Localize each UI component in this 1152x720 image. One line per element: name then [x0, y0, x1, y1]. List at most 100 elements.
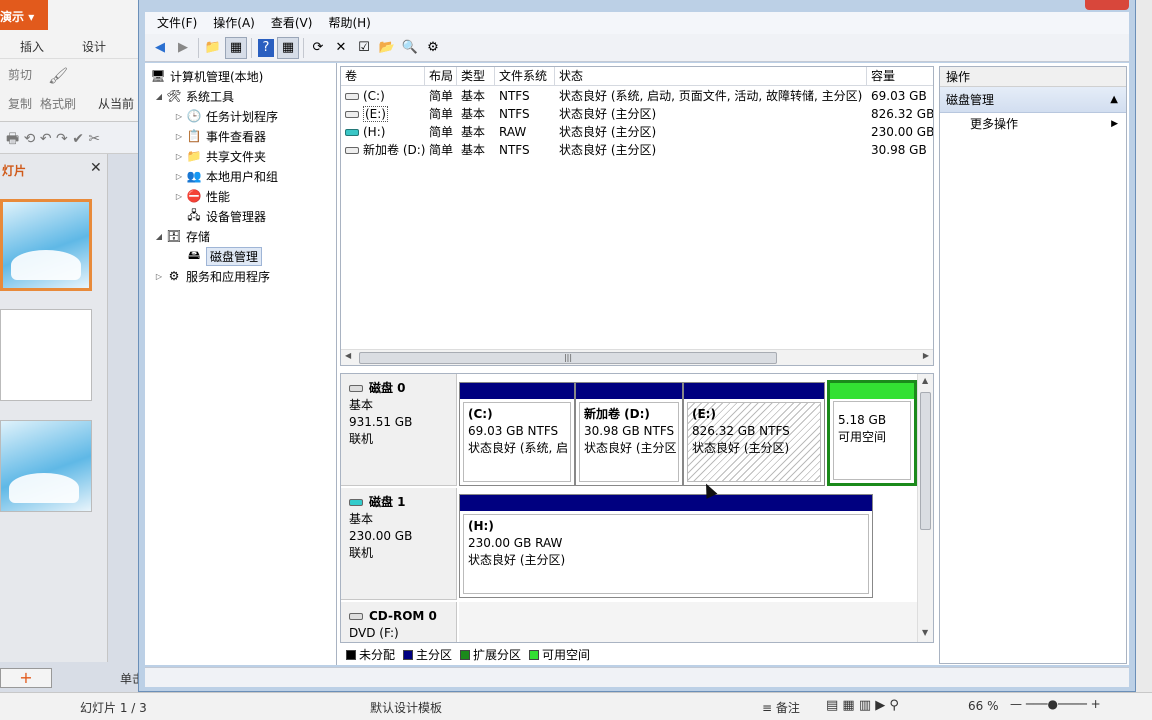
free-space-partition[interactable]: 5.18 GB 可用空间 — [827, 380, 917, 486]
collapse-icon[interactable]: ▷ — [173, 132, 185, 141]
volume-icon — [345, 111, 359, 118]
disk-1-label[interactable]: 磁盘 1 基本 230.00 GB 联机 — [341, 488, 457, 600]
close-button[interactable] — [1085, 0, 1129, 10]
tree-item-shared-folders[interactable]: ▷ 📁 共享文件夹 — [173, 146, 266, 166]
tree-item-services[interactable]: ▷ ⚙ 服务和应用程序 — [153, 266, 270, 286]
collapse-icon[interactable]: ▷ — [153, 272, 165, 281]
properties-icon[interactable]: ☑ — [353, 37, 375, 59]
menu-view[interactable]: 查看(V) — [263, 12, 321, 34]
primary-partition-bar — [684, 383, 824, 399]
column-header-layout[interactable]: 布局 — [425, 67, 457, 86]
collapse-up-icon[interactable]: ▲ — [1110, 87, 1118, 113]
bg-slide-thumb-3[interactable] — [0, 420, 92, 512]
expand-icon[interactable]: ◢ — [153, 232, 165, 241]
cell-status: 状态良好 (主分区) — [559, 125, 657, 139]
title-bar[interactable] — [139, 0, 1135, 12]
scroll-left-icon[interactable]: ◀ — [345, 351, 351, 360]
column-header-capacity[interactable]: 容量 — [867, 67, 933, 86]
legend: 未分配 主分区 扩展分区 可用空间 — [340, 645, 934, 664]
bg-tab-insert[interactable]: 插入 — [20, 38, 44, 55]
bg-notes-button[interactable]: ≡ 备注 — [762, 699, 800, 716]
tree-item-storage[interactable]: ◢ 🗄 存储 — [153, 226, 210, 246]
partition-size: 826.32 GB NTFS — [692, 424, 790, 438]
bg-close-panel-icon[interactable]: ✕ — [90, 160, 102, 176]
tree-item-system-tools[interactable]: ◢ 🛠 系统工具 — [153, 86, 234, 106]
disk-0-label[interactable]: 磁盘 0 基本 931.51 GB 联机 — [341, 374, 457, 486]
tree-item-device-manager[interactable]: 🖧 设备管理器 — [185, 206, 266, 226]
back-arrow-icon[interactable]: ◀ — [149, 37, 171, 59]
show-hide-tree-icon[interactable]: ▦ — [225, 36, 247, 59]
tree-item-root[interactable]: 🖥 计算机管理(本地) — [149, 66, 263, 86]
tree-item-event-viewer[interactable]: ▷ 📋 事件查看器 — [173, 126, 266, 146]
disk-name: 磁盘 1 — [369, 495, 406, 509]
cdrom-0-label[interactable]: CD-ROM 0 DVD (F:) — [341, 602, 457, 642]
menu-file[interactable]: 文件(F) — [149, 12, 205, 34]
bg-slide-thumb-1[interactable] — [0, 199, 92, 291]
bg-tab-design[interactable]: 设计 — [82, 38, 106, 55]
refresh-icon[interactable]: ⟳ — [307, 37, 329, 59]
column-header-filesystem[interactable]: 文件系统 — [495, 67, 555, 86]
horizontal-scrollbar[interactable]: ◀ ||| ▶ — [341, 349, 933, 365]
column-header-status[interactable]: 状态 — [555, 67, 867, 86]
up-folder-icon[interactable]: 📁 — [202, 37, 224, 59]
settings-icon[interactable]: ⚙ — [422, 37, 444, 59]
delete-icon[interactable]: ✕ — [330, 37, 352, 59]
column-header-volume[interactable]: 卷 — [341, 67, 425, 86]
bg-qat-icons[interactable]: 🖶 ⟲ ↶ ↷ ✔ ✂ — [6, 128, 100, 152]
vertical-scroll-thumb[interactable] — [920, 392, 931, 530]
scroll-down-icon[interactable]: ▼ — [922, 628, 928, 637]
cell-type: 基本 — [461, 107, 486, 121]
open-icon[interactable]: 📂 — [376, 37, 398, 59]
bg-slides-panel: 灯片 ✕ — [0, 154, 108, 662]
tree-item-local-users[interactable]: ▷ 👥 本地用户和组 — [173, 166, 278, 186]
table-row[interactable]: 新加卷 (D:) 简单 基本 NTFS 状态良好 (主分区) 30.98 GB — [341, 141, 933, 159]
bg-zoom-slider[interactable]: — ───●──── + — [1010, 697, 1101, 711]
actions-section-disk-management[interactable]: 磁盘管理 ▲ — [940, 87, 1126, 113]
bg-from-current-button[interactable]: 从当前 — [98, 95, 134, 112]
partition-h[interactable]: (H:) 230.00 GB RAW 状态良好 (主分区) — [459, 494, 873, 598]
horizontal-scroll-thumb[interactable]: ||| — [359, 352, 777, 364]
help-icon[interactable]: ? — [258, 38, 274, 57]
bg-format-painter-button[interactable]: 格式刷 — [40, 95, 76, 112]
forward-arrow-icon[interactable]: ▶ — [172, 37, 194, 59]
search-icon[interactable]: 🔍 — [399, 37, 421, 59]
scroll-right-icon[interactable]: ▶ — [923, 351, 929, 360]
tree-label: 服务和应用程序 — [186, 269, 271, 284]
cell-capacity: 230.00 GB — [871, 125, 933, 139]
bg-copy-button[interactable]: 复制 — [8, 95, 32, 112]
table-row[interactable]: (E:) 简单 基本 NTFS 状态良好 (主分区) 826.32 GB — [341, 105, 933, 123]
bg-slide-thumb-2[interactable] — [0, 309, 92, 401]
partition-d[interactable]: 新加卷 (D:) 30.98 GB NTFS 状态良好 (主分区 — [575, 382, 683, 486]
collapse-icon[interactable]: ▷ — [173, 192, 185, 201]
tree-label: 存储 — [186, 229, 211, 244]
bg-add-slide-button[interactable]: + — [0, 668, 52, 688]
more-actions-item[interactable]: 更多操作 ▶ — [940, 113, 1126, 135]
tree-item-performance[interactable]: ▷ ⛔ 性能 — [173, 186, 230, 206]
cell-volume: (C:) — [341, 87, 425, 105]
tree-item-task-scheduler[interactable]: ▷ 🕒 任务计划程序 — [173, 106, 278, 126]
menu-action[interactable]: 操作(A) — [205, 12, 263, 34]
vertical-scrollbar[interactable]: ▲ ▼ — [917, 374, 933, 642]
cell-status: 状态良好 (主分区) — [559, 107, 657, 121]
partition-c[interactable]: (C:) 69.03 GB NTFS 状态良好 (系统, 启 — [459, 382, 575, 486]
cell-layout: 简单 — [429, 89, 454, 103]
bg-cut-button[interactable]: 剪切 — [8, 66, 32, 83]
bg-app-button[interactable]: 演示 ▾ — [0, 0, 48, 30]
expand-icon[interactable]: ◢ — [153, 92, 165, 101]
device-manager-icon: 🖧 — [187, 207, 201, 222]
actions-pane: 操作 磁盘管理 ▲ 更多操作 ▶ — [939, 66, 1127, 664]
show-action-pane-icon[interactable]: ▦ — [277, 36, 299, 59]
collapse-icon[interactable]: ▷ — [173, 152, 185, 161]
menu-help[interactable]: 帮助(H) — [320, 12, 378, 34]
cell-text: 新加卷 (D:) — [363, 143, 425, 157]
collapse-icon[interactable]: ▷ — [173, 172, 185, 181]
scroll-up-icon[interactable]: ▲ — [922, 376, 928, 385]
table-row[interactable]: (H:) 简单 基本 RAW 状态良好 (主分区) 230.00 GB — [341, 123, 933, 141]
collapse-icon[interactable]: ▷ — [173, 112, 185, 121]
partition-e[interactable]: (E:) 826.32 GB NTFS 状态良好 (主分区) — [683, 382, 825, 486]
tree-item-disk-management[interactable]: 🖴 磁盘管理 — [185, 246, 263, 266]
column-header-type[interactable]: 类型 — [457, 67, 495, 86]
table-row[interactable]: (C:) 简单 基本 NTFS 状态良好 (系统, 启动, 页面文件, 活动, … — [341, 87, 933, 105]
disk-icon: 🖴 — [187, 247, 201, 262]
bg-view-icons[interactable]: ▤ ▦ ▥ ▶ ⚲ — [826, 698, 899, 713]
